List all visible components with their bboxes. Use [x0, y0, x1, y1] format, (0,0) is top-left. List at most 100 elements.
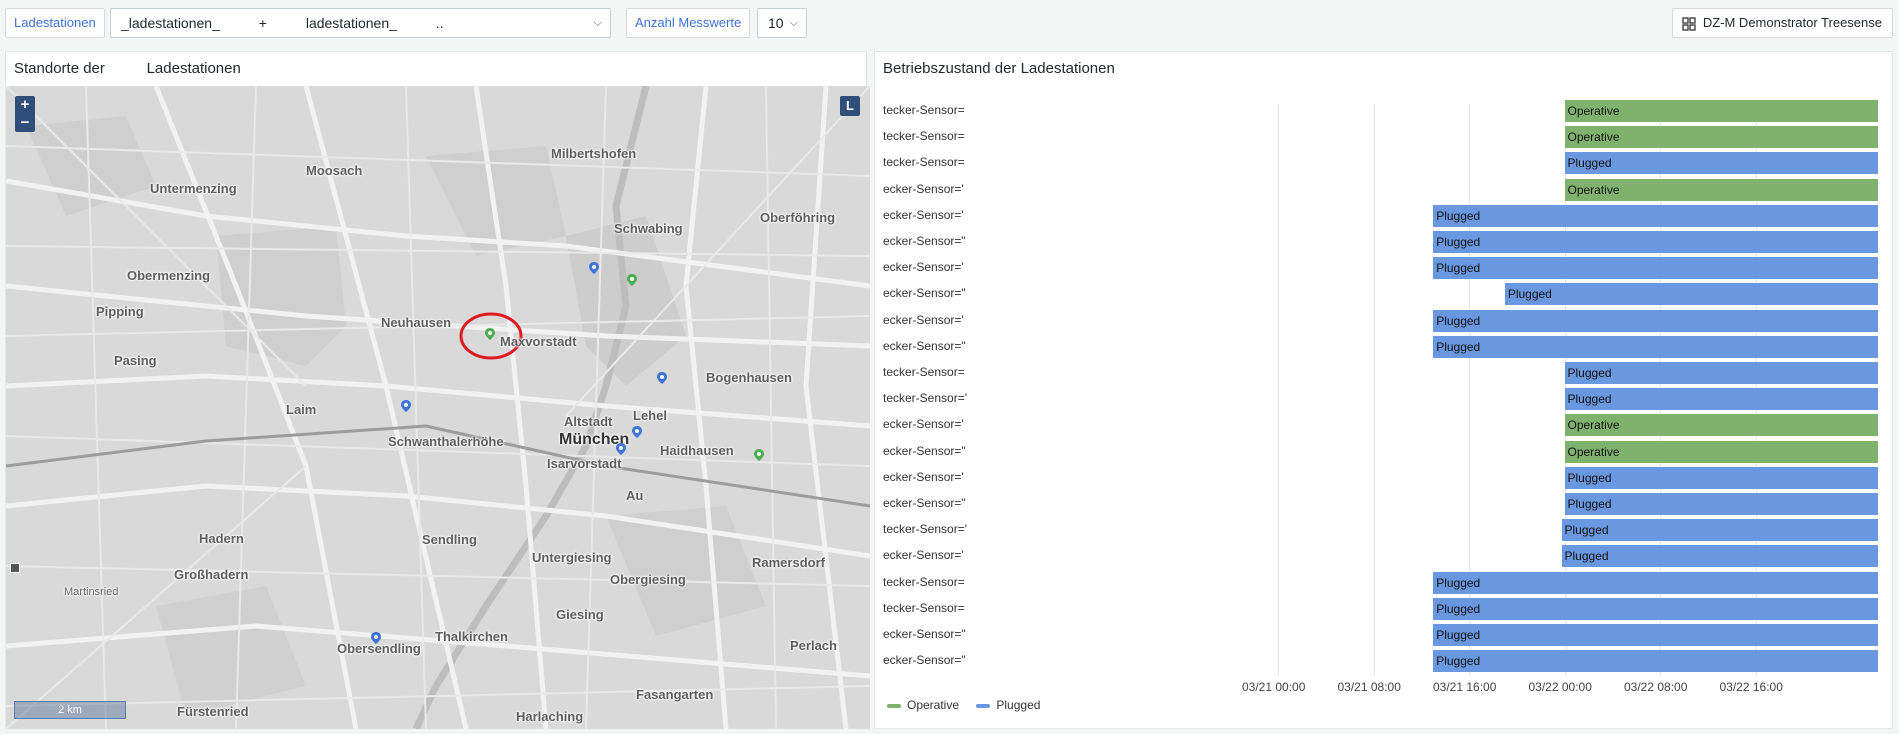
- map-view[interactable]: Milbertshofen Moosach Untermenzing Schwa…: [6, 86, 870, 729]
- row-label: ecker-Sensor=": [883, 286, 966, 301]
- state-bar[interactable]: Plugged: [1433, 624, 1878, 646]
- state-bar[interactable]: Plugged: [1564, 362, 1878, 384]
- row-label: ecker-Sensor=': [883, 260, 964, 275]
- state-bar[interactable]: Plugged: [1433, 231, 1878, 253]
- place-label: Harlaching: [516, 709, 584, 724]
- place-label: Pipping: [96, 304, 144, 319]
- place-label: Ramersdorf: [752, 555, 825, 570]
- place-label: Perlach: [790, 638, 837, 653]
- map-marker-plugged[interactable]: [588, 261, 600, 275]
- row-label: ecker-Sensor=": [883, 653, 966, 668]
- row-label: tecker-Sensor=: [883, 600, 965, 615]
- state-bar[interactable]: Plugged: [1504, 283, 1878, 306]
- row-label: tecker-Sensor=: [883, 129, 965, 144]
- row-label: ecker-Sensor=": [883, 443, 966, 458]
- dashboard-link-label: DZ-M Demonstrator Treesense: [1702, 15, 1882, 30]
- zoom-out-button[interactable]: −: [15, 114, 35, 132]
- map-marker-operative[interactable]: [753, 448, 765, 462]
- x-tick-label: 03/21 00:00: [1242, 680, 1306, 694]
- map-marker-operative[interactable]: [626, 273, 638, 287]
- legend-label: Plugged: [996, 698, 1041, 712]
- map-scale-bar: 2 km: [14, 701, 126, 719]
- place-label: Schwabing: [614, 221, 683, 236]
- variable-toolbar: Ladestationen _ladestationen_ + ladestat…: [0, 0, 1899, 46]
- state-bar[interactable]: Plugged: [1561, 545, 1878, 568]
- x-tick-label: 03/21 08:00: [1337, 680, 1401, 694]
- state-bar[interactable]: Operative: [1564, 440, 1878, 463]
- zoom-control: + −: [15, 96, 35, 132]
- dashboard-grid-icon: [1682, 17, 1696, 31]
- place-label: Schwanthalerhöhe: [388, 434, 504, 449]
- state-timeline-panel: Betriebszustand der Ladestationen Operat…: [874, 51, 1893, 729]
- state-bar[interactable]: Plugged: [1433, 335, 1878, 358]
- place-label: Obergiesing: [610, 572, 686, 587]
- map-marker-plugged[interactable]: [615, 442, 627, 456]
- state-bar[interactable]: Plugged: [1433, 204, 1878, 227]
- map-marker-plugged[interactable]: [370, 631, 382, 645]
- place-label: Obermenzing: [127, 268, 211, 283]
- x-tick-label: 03/22 16:00: [1719, 680, 1783, 694]
- anzahl-messwerte-label: Anzahl Messwerte: [626, 8, 751, 38]
- row-label: tecker-Sensor=: [883, 574, 965, 589]
- place-label: Oberföhring: [760, 210, 836, 225]
- legend-swatch: [976, 703, 991, 708]
- chevron-down-icon: ⌵: [593, 17, 602, 29]
- row-label: ecker-Sensor=": [883, 234, 966, 248]
- row-label: tecker-Sensor=': [883, 391, 967, 406]
- chevron-down-icon: ⌵: [789, 17, 798, 29]
- place-label: Isarvorstadt: [547, 456, 622, 471]
- row-label: tecker-Sensor=: [883, 103, 965, 117]
- layer-switcher-button[interactable]: L: [840, 96, 860, 116]
- row-label: ecker-Sensor=': [883, 469, 964, 484]
- place-label: Thalkirchen: [435, 629, 508, 644]
- state-bar[interactable]: Operative: [1564, 178, 1878, 201]
- anzahl-messwerte-select[interactable]: 10 ⌵: [757, 8, 807, 38]
- place-label: Pasing: [114, 353, 157, 368]
- chart-legend: Operative Plugged: [887, 698, 1054, 712]
- anzahl-messwerte-value: 10: [768, 15, 784, 31]
- state-bar[interactable]: Operative: [1564, 126, 1878, 149]
- row-label: ecker-Sensor=': [883, 548, 964, 563]
- place-label: Fürstenried: [177, 704, 249, 719]
- map-marker-plugged[interactable]: [631, 425, 643, 439]
- row-label: ecker-Sensor=': [883, 207, 964, 222]
- state-bar[interactable]: Operative: [1564, 414, 1878, 437]
- map-attribution-toggle[interactable]: [10, 563, 20, 573]
- state-bar[interactable]: Plugged: [1564, 388, 1878, 411]
- state-bar[interactable]: Plugged: [1564, 493, 1878, 515]
- state-bar[interactable]: Plugged: [1564, 466, 1878, 489]
- ladestationen-select[interactable]: _ladestationen_ + ladestationen_ .. ⌵: [110, 8, 611, 38]
- place-label: Milbertshofen: [551, 146, 637, 161]
- zoom-in-button[interactable]: +: [15, 96, 35, 114]
- legend-label: Operative: [907, 698, 960, 712]
- dashboard-link-button[interactable]: DZ-M Demonstrator Treesense: [1671, 8, 1893, 38]
- state-bar[interactable]: Plugged: [1564, 152, 1878, 175]
- place-label: Bogenhausen: [706, 370, 792, 385]
- state-bar[interactable]: Operative: [1564, 100, 1878, 122]
- legend-item-plugged[interactable]: Plugged: [976, 698, 1040, 712]
- state-bar[interactable]: Plugged: [1433, 257, 1878, 280]
- place-label: Au: [626, 488, 644, 503]
- map-marker-plugged[interactable]: [400, 399, 412, 413]
- place-label: Lehel: [633, 408, 667, 423]
- row-label: ecker-Sensor=": [883, 338, 966, 353]
- state-bar[interactable]: Plugged: [1433, 571, 1878, 594]
- map-marker-operative[interactable]: [484, 327, 496, 341]
- place-label: Sendling: [422, 532, 477, 547]
- state-bar[interactable]: Plugged: [1433, 597, 1878, 620]
- place-label: Martinsried: [64, 586, 119, 598]
- map-marker-plugged[interactable]: [656, 371, 668, 385]
- row-label: ecker-Sensor=": [883, 496, 966, 510]
- state-bar[interactable]: Plugged: [1561, 519, 1878, 542]
- state-bar[interactable]: Plugged: [1433, 309, 1878, 332]
- place-label: Hadern: [199, 531, 244, 546]
- legend-item-operative[interactable]: Operative: [887, 698, 959, 712]
- place-label: Untergiesing: [532, 550, 612, 565]
- place-label: Giesing: [556, 607, 604, 622]
- row-label: tecker-Sensor=: [883, 155, 965, 170]
- x-tick-label: 03/22 08:00: [1624, 680, 1688, 694]
- map-panel-title: Standorte der Ladestationen: [14, 60, 241, 77]
- state-bar[interactable]: Plugged: [1433, 650, 1878, 673]
- place-label: Fasangarten: [636, 687, 714, 702]
- state-panel-title: Betriebszustand der Ladestationen: [883, 60, 1115, 77]
